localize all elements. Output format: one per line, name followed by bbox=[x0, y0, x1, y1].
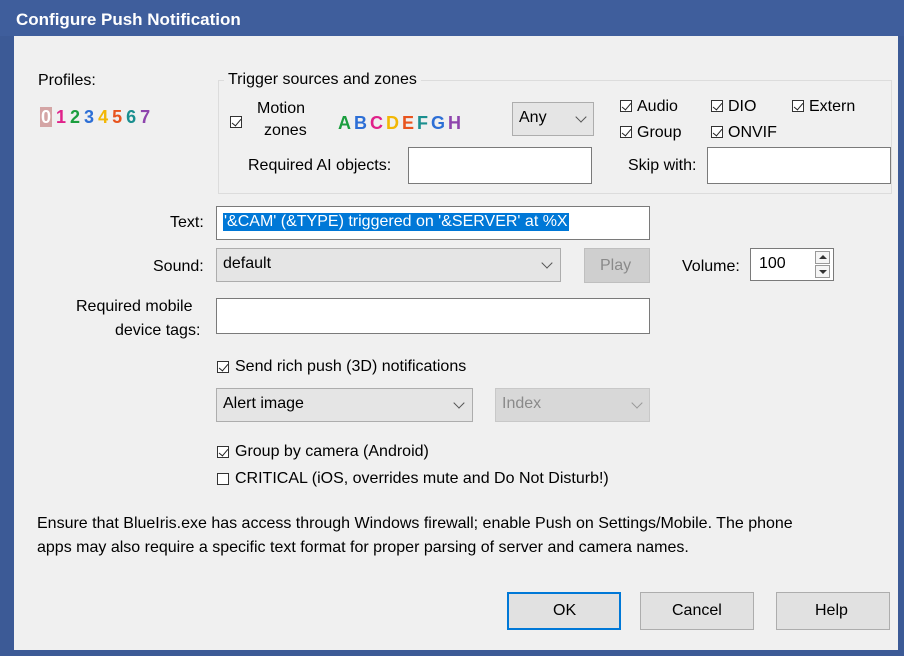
window-title: Configure Push Notification bbox=[16, 10, 241, 29]
required-ai-label: Required AI objects: bbox=[248, 157, 392, 174]
zone-selector[interactable]: ABCDEFGH bbox=[338, 113, 464, 134]
dialog-body: Profiles: 01234567 Trigger sources and z… bbox=[14, 36, 898, 650]
profile-6[interactable]: 6 bbox=[126, 107, 136, 127]
profile-2[interactable]: 2 bbox=[70, 107, 80, 127]
skip-with-input[interactable] bbox=[707, 147, 891, 184]
group-by-camera-label: Group by camera (Android) bbox=[235, 443, 429, 460]
zone-c[interactable]: C bbox=[370, 113, 383, 133]
profile-4[interactable]: 4 bbox=[98, 107, 108, 127]
volume-spinner[interactable]: 100 bbox=[750, 248, 834, 281]
chevron-down-icon bbox=[541, 257, 553, 269]
volume-value: 100 bbox=[759, 255, 786, 272]
skip-with-label: Skip with: bbox=[628, 157, 697, 174]
critical-checkbox[interactable] bbox=[217, 473, 229, 485]
help-button[interactable]: Help bbox=[776, 592, 890, 630]
index-value: Index bbox=[502, 395, 542, 412]
profile-selector[interactable]: 01234567 bbox=[40, 107, 154, 128]
zone-e[interactable]: E bbox=[402, 113, 414, 133]
audio-label: Audio bbox=[637, 98, 678, 115]
zone-d[interactable]: D bbox=[386, 113, 399, 133]
chevron-down-icon bbox=[453, 397, 465, 409]
zone-h[interactable]: H bbox=[448, 113, 461, 133]
profile-0[interactable]: 0 bbox=[40, 107, 53, 127]
cancel-button[interactable]: Cancel bbox=[640, 592, 754, 630]
profiles-label: Profiles: bbox=[38, 72, 96, 89]
profile-3[interactable]: 3 bbox=[84, 107, 94, 127]
ok-button-label: OK bbox=[553, 602, 577, 619]
sound-select[interactable]: default bbox=[216, 248, 561, 282]
profile-5[interactable]: 5 bbox=[112, 107, 122, 127]
text-label: Text: bbox=[170, 214, 204, 231]
onvif-label: ONVIF bbox=[728, 124, 777, 141]
spin-up-icon[interactable] bbox=[815, 251, 830, 264]
sound-value: default bbox=[223, 255, 272, 272]
tags-label-2: device tags: bbox=[115, 322, 201, 339]
tags-label-1: Required mobile bbox=[76, 298, 193, 315]
dio-label: DIO bbox=[728, 98, 757, 115]
alert-image-select[interactable]: Alert image bbox=[216, 388, 473, 422]
extern-checkbox[interactable] bbox=[792, 100, 804, 112]
notification-text-value: '&CAM' (&TYPE) triggered on '&SERVER' at… bbox=[223, 213, 569, 231]
help-button-label: Help bbox=[815, 602, 848, 619]
profile-1[interactable]: 1 bbox=[56, 107, 66, 127]
group-label: Group bbox=[637, 124, 682, 141]
volume-label: Volume: bbox=[682, 258, 740, 275]
info-text-2: apps may also require a specific text fo… bbox=[37, 539, 689, 556]
rich-push-checkbox[interactable] bbox=[217, 361, 229, 373]
index-select[interactable]: Index bbox=[495, 388, 650, 422]
zone-mode-select[interactable]: Any bbox=[512, 102, 594, 136]
chevron-down-icon bbox=[575, 111, 587, 123]
device-tags-input[interactable] bbox=[216, 298, 650, 334]
motion-zones-label-1: Motion bbox=[257, 100, 306, 117]
zone-a[interactable]: A bbox=[338, 113, 351, 133]
audio-checkbox[interactable] bbox=[620, 100, 632, 112]
zone-b[interactable]: B bbox=[354, 113, 367, 133]
notification-text-input[interactable]: '&CAM' (&TYPE) triggered on '&SERVER' at… bbox=[216, 206, 650, 240]
rich-push-label: Send rich push (3D) notifications bbox=[235, 358, 467, 375]
zone-f[interactable]: F bbox=[417, 113, 428, 133]
play-button[interactable]: Play bbox=[584, 248, 650, 283]
group-by-camera-checkbox[interactable] bbox=[217, 446, 229, 458]
play-button-label: Play bbox=[600, 257, 632, 274]
required-ai-input[interactable] bbox=[408, 147, 592, 184]
ok-button[interactable]: OK bbox=[507, 592, 621, 630]
dio-checkbox[interactable] bbox=[711, 100, 723, 112]
info-text-1: Ensure that BlueIris.exe has access thro… bbox=[37, 515, 793, 532]
extern-label: Extern bbox=[809, 98, 856, 115]
title-bar: Configure Push Notification bbox=[0, 0, 904, 36]
chevron-down-icon bbox=[631, 397, 643, 409]
zone-mode-value: Any bbox=[519, 109, 547, 126]
zone-g[interactable]: G bbox=[431, 113, 445, 133]
sound-label: Sound: bbox=[153, 258, 204, 275]
spin-down-icon[interactable] bbox=[815, 265, 830, 278]
motion-zones-label-2: zones bbox=[264, 122, 307, 139]
critical-label: CRITICAL (iOS, overrides mute and Do Not… bbox=[235, 470, 609, 487]
alert-image-value: Alert image bbox=[223, 395, 304, 412]
cancel-button-label: Cancel bbox=[672, 602, 722, 619]
group-checkbox[interactable] bbox=[620, 126, 632, 138]
trigger-group-label: Trigger sources and zones bbox=[224, 71, 421, 89]
profile-7[interactable]: 7 bbox=[140, 107, 150, 127]
onvif-checkbox[interactable] bbox=[711, 126, 723, 138]
motion-zones-checkbox[interactable] bbox=[230, 116, 242, 128]
